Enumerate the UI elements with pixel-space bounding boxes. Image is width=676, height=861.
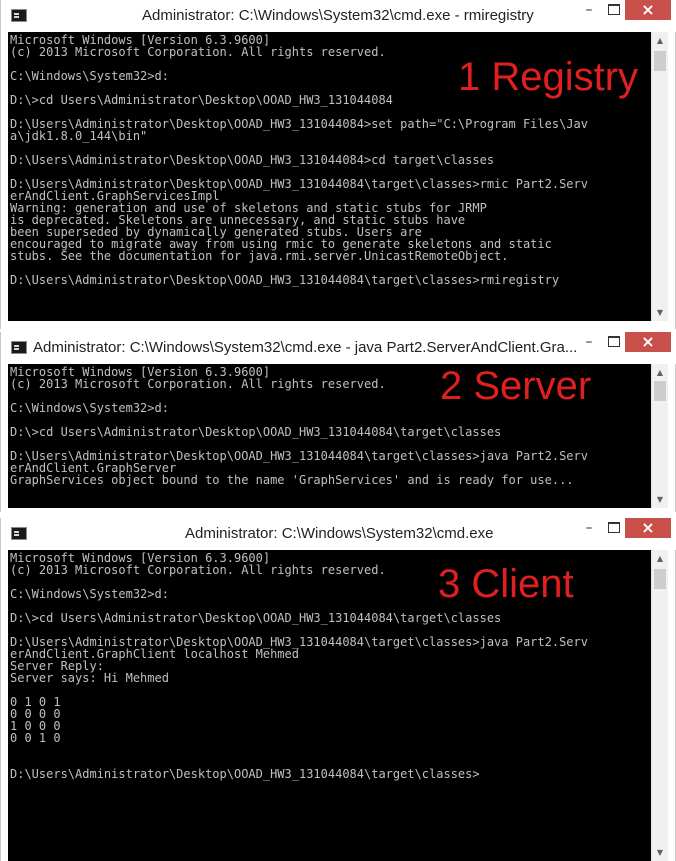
console-output[interactable]: Microsoft Windows [Version 6.3.9600] (c)… (8, 364, 651, 508)
window-title: Administrator: C:\Windows\System32\cmd.e… (142, 7, 534, 24)
cmd-icon[interactable] (11, 9, 27, 22)
cmd-window-registry[interactable]: Administrator: C:\Windows\System32\cmd.e… (0, 0, 676, 329)
minimize-button[interactable]: – (576, 332, 602, 352)
maximize-icon (608, 522, 620, 533)
close-icon: × (641, 0, 655, 19)
annotation-label: 2 Server (440, 364, 592, 408)
console-output[interactable]: Microsoft Windows [Version 6.3.9600] (c)… (8, 32, 651, 321)
console-line: 1 0 0 0 (10, 719, 61, 733)
scroll-down-icon[interactable]: ▼ (652, 304, 668, 321)
console-line: a\jdk1.8.0_144\bin" (10, 129, 148, 143)
scroll-up-icon[interactable]: ▲ (652, 550, 668, 567)
close-icon: × (641, 518, 655, 537)
window-title: Administrator: C:\Windows\System32\cmd.e… (185, 525, 494, 542)
scroll-up-icon[interactable]: ▲ (652, 364, 668, 381)
console-line: D:\Users\Administrator\Desktop\OOAD_HW3_… (10, 767, 480, 781)
close-button[interactable]: × (625, 518, 671, 538)
console-line: D:\>cd Users\Administrator\Desktop\OOAD_… (10, 611, 502, 625)
minimize-icon: – (585, 2, 593, 18)
console-line: D:\Users\Administrator\Desktop\OOAD_HW3_… (10, 153, 495, 167)
scroll-down-icon[interactable]: ▼ (652, 491, 668, 508)
console-line: stubs. See the documentation for java.rm… (10, 249, 509, 263)
maximize-button[interactable] (601, 518, 625, 538)
annotation-label: 1 Registry (458, 55, 639, 99)
vertical-scrollbar[interactable]: ▲ ▼ (651, 364, 668, 508)
console-line: Server says: Hi Mehmed (10, 671, 169, 685)
minimize-icon: – (585, 520, 593, 536)
title-bar[interactable]: Administrator: C:\Windows\System32\cmd.e… (1, 0, 676, 32)
annotation-label: 3 Client (438, 562, 574, 606)
cmd-icon[interactable] (11, 341, 27, 354)
scrollbar-thumb[interactable] (654, 51, 666, 71)
close-icon: × (641, 332, 655, 351)
maximize-icon (608, 4, 620, 15)
console-line: 0 1 0 1 (10, 695, 61, 709)
console-line: D:\>cd Users\Administrator\Desktop\OOAD_… (10, 425, 502, 439)
cmd-window-server[interactable]: Administrator: C:\Windows\System32\cmd.e… (0, 332, 676, 512)
maximize-button[interactable] (601, 0, 625, 20)
window-title: Administrator: C:\Windows\System32\cmd.e… (33, 339, 578, 356)
console-output[interactable]: Microsoft Windows [Version 6.3.9600] (c)… (8, 550, 651, 861)
console-line: 0 0 1 0 (10, 731, 61, 745)
minimize-button[interactable]: – (576, 0, 602, 20)
maximize-icon (608, 336, 620, 347)
minimize-icon: – (585, 334, 593, 350)
vertical-scrollbar[interactable]: ▲ ▼ (651, 32, 668, 321)
scrollbar-thumb[interactable] (654, 381, 666, 401)
cmd-icon[interactable] (11, 527, 27, 540)
title-bar[interactable]: Administrator: C:\Windows\System32\cmd.e… (1, 332, 676, 364)
scrollbar-thumb[interactable] (654, 569, 666, 589)
title-bar[interactable]: Administrator: C:\Windows\System32\cmd.e… (1, 518, 676, 550)
close-button[interactable]: × (625, 0, 671, 20)
minimize-button[interactable]: – (576, 518, 602, 538)
console-line: D:\Users\Administrator\Desktop\OOAD_HW3_… (10, 273, 560, 287)
close-button[interactable]: × (625, 332, 671, 352)
scroll-up-icon[interactable]: ▲ (652, 32, 668, 49)
maximize-button[interactable] (601, 332, 625, 352)
console-line: 0 0 0 0 (10, 707, 61, 721)
console-line: GraphServices object bound to the name '… (10, 473, 574, 487)
vertical-scrollbar[interactable]: ▲ ▼ (651, 550, 668, 861)
scroll-down-icon[interactable]: ▼ (652, 844, 668, 861)
cmd-window-client[interactable]: Administrator: C:\Windows\System32\cmd.e… (0, 518, 676, 861)
